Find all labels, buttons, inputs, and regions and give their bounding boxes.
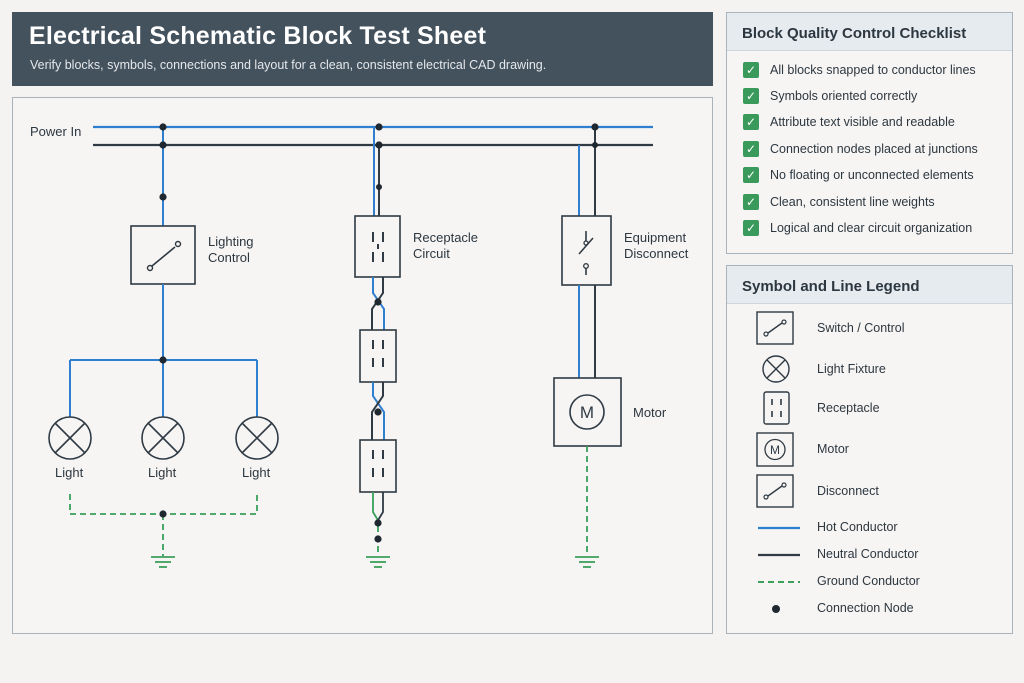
light-fixture-2-icon [141,416,185,460]
checkbox-checked-icon[interactable]: ✓ [743,167,759,183]
light-fixture-icon [762,355,790,383]
checkbox-checked-icon[interactable]: ✓ [743,62,759,78]
connection-node [159,141,167,149]
header-banner: Electrical Schematic Block Test Sheet Ve… [12,12,713,86]
legend-label: Receptacle [817,401,880,415]
legend-label: Switch / Control [817,321,905,335]
checklist-item-label: All blocks snapped to conductor lines [770,63,976,77]
legend-item-switch: Switch / Control [727,311,1014,347]
connection-node [591,123,599,131]
checklist-item-label: Connection nodes placed at junctions [770,142,978,156]
legend-label: Neutral Conductor [817,547,919,561]
receptacle-earth-ground-icon [366,556,390,568]
checkbox-checked-icon[interactable]: ✓ [743,220,759,236]
symbol-legend-card: Symbol and Line Legend Switch / Control … [726,265,1013,634]
light-fixture-1-icon [48,416,92,460]
connection-node [375,123,383,131]
checklist-item[interactable]: ✓ Logical and clear circuit organization [743,219,972,237]
disconnect-icon [756,474,794,508]
connection-node [159,123,167,131]
legend-label: Disconnect [817,484,879,498]
legend-item-node: Connection Node [727,591,1014,627]
page-subtitle: Verify blocks, symbols, connections and … [30,58,547,72]
lighting-earth-ground-icon [151,556,175,568]
checklist-item[interactable]: ✓ Clean, consistent line weights [743,193,935,211]
receptacle-icon [763,391,790,425]
legend-motor-letter: M [770,443,780,457]
motor-symbol-letter: M [580,403,594,422]
equipment-disconnect-label: Equipment Disconnect [624,230,689,261]
connection-node [374,408,382,416]
checklist-item[interactable]: ✓ No floating or unconnected elements [743,166,974,184]
checkbox-checked-icon[interactable]: ✓ [743,141,759,157]
lighting-control-label: Lighting Control [208,234,254,265]
checkbox-checked-icon[interactable]: ✓ [743,194,759,210]
legend-label: Ground Conductor [817,574,920,588]
equipment-branch: M [553,127,622,568]
connection-node [374,535,382,543]
checklist-item[interactable]: ✓ Symbols oriented correctly [743,87,917,105]
connection-node [374,519,382,527]
connection-node [592,142,598,148]
quality-checklist-card: Block Quality Control Checklist ✓ All bl… [726,12,1013,254]
connection-node [159,356,167,364]
switch-control-icon [756,311,794,345]
power-in-label: Power In [30,124,82,139]
motor-earth-ground-icon [575,556,599,568]
legend-label: Connection Node [817,601,914,615]
checkbox-checked-icon[interactable]: ✓ [743,114,759,130]
checklist-item-label: Clean, consistent line weights [770,195,935,209]
legend-item-disconnect: Disconnect [727,474,1014,510]
legend-label: Motor [817,442,849,456]
motor-label: Motor [633,405,667,420]
receptacle-circuit-label: Receptacle Circuit [413,230,479,261]
legend-item-motor: M Motor [727,432,1014,468]
receptacle-block-2 [359,329,397,383]
legend-item-receptacle: Receptacle [727,391,1014,427]
legend-label: Light Fixture [817,362,886,376]
checklist-item-label: Logical and clear circuit organization [770,221,973,235]
legend-label: Hot Conductor [817,520,898,534]
connection-node [159,193,167,201]
page-title: Electrical Schematic Block Test Sheet [29,22,487,50]
connection-node [376,184,382,190]
checklist-item[interactable]: ✓ Connection nodes placed at junctions [743,140,978,158]
receptacle-branch [354,127,401,568]
checkbox-checked-icon[interactable]: ✓ [743,88,759,104]
checklist-item-label: No floating or unconnected elements [770,168,974,182]
lighting-control-block [130,225,196,285]
connection-node [374,298,382,306]
legend-title: Symbol and Line Legend [727,266,1012,304]
connection-node [159,510,167,518]
lighting-branch [48,127,279,568]
legend-item-light: Light Fixture [727,352,1014,388]
checklist-item[interactable]: ✓ Attribute text visible and readable [743,113,955,131]
schematic-diagram-panel: M Power In Lighting Control Light Light … [12,97,713,634]
connection-node-icon [772,605,780,613]
light-label-2: Light [148,465,177,480]
motor-icon: M [756,432,794,467]
schematic-diagram: M [48,123,653,568]
checklist-item-label: Symbols oriented correctly [770,89,918,103]
checklist-item-label: Attribute text visible and readable [770,115,955,129]
receptacle-block-3 [359,439,397,493]
light-label-1: Light [55,465,84,480]
checklist-item[interactable]: ✓ All blocks snapped to conductor lines [743,61,976,79]
checklist-title: Block Quality Control Checklist [727,13,1012,51]
light-label-3: Light [242,465,271,480]
light-fixture-3-icon [235,416,279,460]
connection-node [375,141,383,149]
